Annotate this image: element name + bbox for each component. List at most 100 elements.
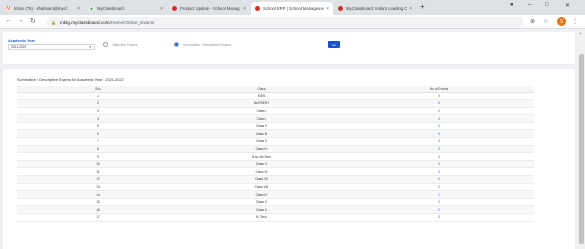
cell-exam-count[interactable]: 0 <box>344 167 534 177</box>
cell-sno: 10 <box>17 160 179 169</box>
cell-class: Class X <box>179 198 344 207</box>
table-row: 16 Class X0 <box>17 205 534 214</box>
academic-year-label: Academic Year <box>8 39 35 43</box>
scrollbar-thumb[interactable] <box>579 54 584 244</box>
cell-class: Class II <box>179 122 344 131</box>
page-scrollbar[interactable]: ▲ <box>578 30 585 249</box>
cell-exam-count[interactable]: 0 <box>344 213 534 222</box>
table-row: 4 Class I0 <box>17 114 534 123</box>
cell-class: Class V <box>179 160 344 169</box>
exams-table: Sno Class No of Exams 1 KIDS 0 2 NURSERY 0 3 Cl… <box>17 86 534 222</box>
table-row: 9 B.sc 4th Sem 0 <box>17 152 534 161</box>
table-row: 10 Class V0 <box>17 160 534 169</box>
cell-sno: 4 <box>17 114 179 123</box>
exams-table-panel: Summative / Descriptive Exams for Academ… <box>3 69 575 249</box>
table-row: 2 NURSERY 0 <box>17 99 534 108</box>
chevron-down-icon: ▾ <box>89 45 91 49</box>
tab-title: School ERP | School Manageme <box>263 6 324 11</box>
address-bar-row: ← → ↻ 🔒 mktg.myclassboard.com /Home/Onli… <box>0 15 585 29</box>
close-icon[interactable]: × <box>243 6 246 12</box>
tab-myclassboard[interactable]: ◈ MyClassboard × <box>85 2 167 15</box>
myclassboard-icon: ◈ <box>89 5 94 12</box>
reload-icon[interactable]: ↻ <box>30 17 36 25</box>
academic-year-select[interactable]: 2021-2022 ▾ <box>8 44 95 50</box>
cell-class: Class II <box>179 137 344 146</box>
minimize-icon[interactable]: – <box>528 2 531 8</box>
url-path: /Home/Online_Exams <box>109 19 155 25</box>
objective-exams-radio[interactable]: Objective Exams <box>103 42 137 47</box>
close-icon[interactable]: × <box>409 6 412 12</box>
table-row: 17 B. Tech 0 <box>17 213 534 222</box>
close-icon[interactable]: × <box>77 6 80 12</box>
scroll-up-icon[interactable]: ▲ <box>579 31 582 35</box>
cell-exam-count[interactable]: 0 <box>344 205 534 214</box>
tab-product-update[interactable]: Product Update - School Manag × <box>168 2 250 15</box>
menu-icon[interactable]: ⋮ <box>572 18 578 25</box>
radio-circle-icon <box>103 42 108 47</box>
tab-search-icon[interactable]: ● <box>510 2 514 8</box>
cell-sno: 15 <box>17 198 179 207</box>
cell-class: B. Tech <box>179 213 344 222</box>
table-row: 13 Class VIII 2 <box>17 183 534 192</box>
url-host: mktg.myclassboard.com <box>59 19 110 25</box>
radio-selected-icon <box>174 42 179 47</box>
cell-class: B.sc 4th Sem <box>179 152 344 161</box>
close-icon[interactable]: × <box>326 6 329 12</box>
cell-sno: 6 <box>17 129 179 139</box>
gmail-icon: M <box>6 5 11 12</box>
tab-title: MyClassboard <box>97 6 124 11</box>
cell-class: Class IX <box>179 190 344 199</box>
table-row: 15 Class X0 <box>17 198 534 207</box>
cell-exam-count[interactable]: 0 <box>344 122 534 131</box>
forward-icon[interactable]: → <box>17 17 24 24</box>
cell-exam-count[interactable]: 0 <box>344 137 534 146</box>
tab-inbox[interactable]: M Inbox (78) - shabnam@mycl × <box>2 2 84 15</box>
cell-sno: 8 <box>17 145 179 154</box>
zoom-icon[interactable]: ⊕ <box>530 18 535 25</box>
summative-exams-radio[interactable]: Summative / Descriptive Exams <box>174 42 231 47</box>
back-icon[interactable]: ← <box>5 17 12 24</box>
table-row: 5 Class II 0 <box>17 122 534 131</box>
close-icon[interactable]: × <box>160 6 163 12</box>
tab-myclassboard-leading[interactable]: MyClassboard: India's Leading C × <box>334 2 416 15</box>
cell-sno: 2 <box>17 99 179 108</box>
filter-panel: Academic Year 2021-2022 ▾ Objective Exam… <box>3 32 575 64</box>
cell-exam-count[interactable]: 0 <box>344 114 534 123</box>
tab-title: Product Update - School Manag <box>180 6 240 11</box>
go-button[interactable]: Go <box>328 41 340 48</box>
table-title: Summative / Descriptive Exams for Academ… <box>17 78 124 82</box>
maximize-icon[interactable]: □ <box>545 2 549 8</box>
new-tab-button[interactable]: + <box>420 2 425 11</box>
url-field[interactable]: 🔒 mktg.myclassboard.com /Home/Online_Exa… <box>46 17 524 27</box>
cell-exam-count[interactable]: 0 <box>344 152 534 161</box>
cell-sno: 9 <box>17 152 179 161</box>
cell-exam-count[interactable]: 0 <box>344 107 534 116</box>
academic-year-value: 2021-2022 <box>11 45 27 49</box>
cell-exam-count[interactable]: 0 <box>344 198 534 207</box>
table-row: 6 Class III 0 <box>17 129 534 139</box>
table-row: 8 Class IV 0 <box>17 145 534 154</box>
cell-sno: 16 <box>17 205 179 214</box>
star-icon[interactable]: ☆ <box>543 18 548 25</box>
cell-exam-count[interactable]: 0 <box>344 175 534 184</box>
tab-title: MyClassboard: India's Leading C <box>346 6 408 11</box>
avatar[interactable]: S <box>557 17 566 26</box>
tab-school-erp[interactable]: School ERP | School Manageme × <box>251 2 333 15</box>
cell-exam-count[interactable]: 2 <box>344 183 534 192</box>
cell-class: Class VII <box>179 175 344 184</box>
page-content: Academic Year 2021-2022 ▾ Objective Exam… <box>0 30 578 249</box>
table-row: 7 Class II 0 <box>17 137 534 146</box>
cell-exam-count[interactable]: 1 <box>344 190 534 199</box>
cell-exam-count[interactable]: 0 <box>344 92 534 101</box>
cell-class: Class X <box>179 205 344 214</box>
objective-exams-label: Objective Exams <box>112 42 138 47</box>
cell-exam-count[interactable]: 0 <box>344 129 534 139</box>
cell-sno: 17 <box>17 213 179 222</box>
table-row: 11 Class VI 0 <box>17 167 534 177</box>
cell-exam-count[interactable]: 0 <box>344 160 534 169</box>
table-row: 14 Class IX 1 <box>17 190 534 199</box>
cell-exam-count[interactable]: 0 <box>344 99 534 108</box>
cell-exam-count[interactable]: 0 <box>344 145 534 154</box>
cell-sno: 3 <box>17 107 179 116</box>
close-window-icon[interactable]: ✕ <box>565 2 570 9</box>
